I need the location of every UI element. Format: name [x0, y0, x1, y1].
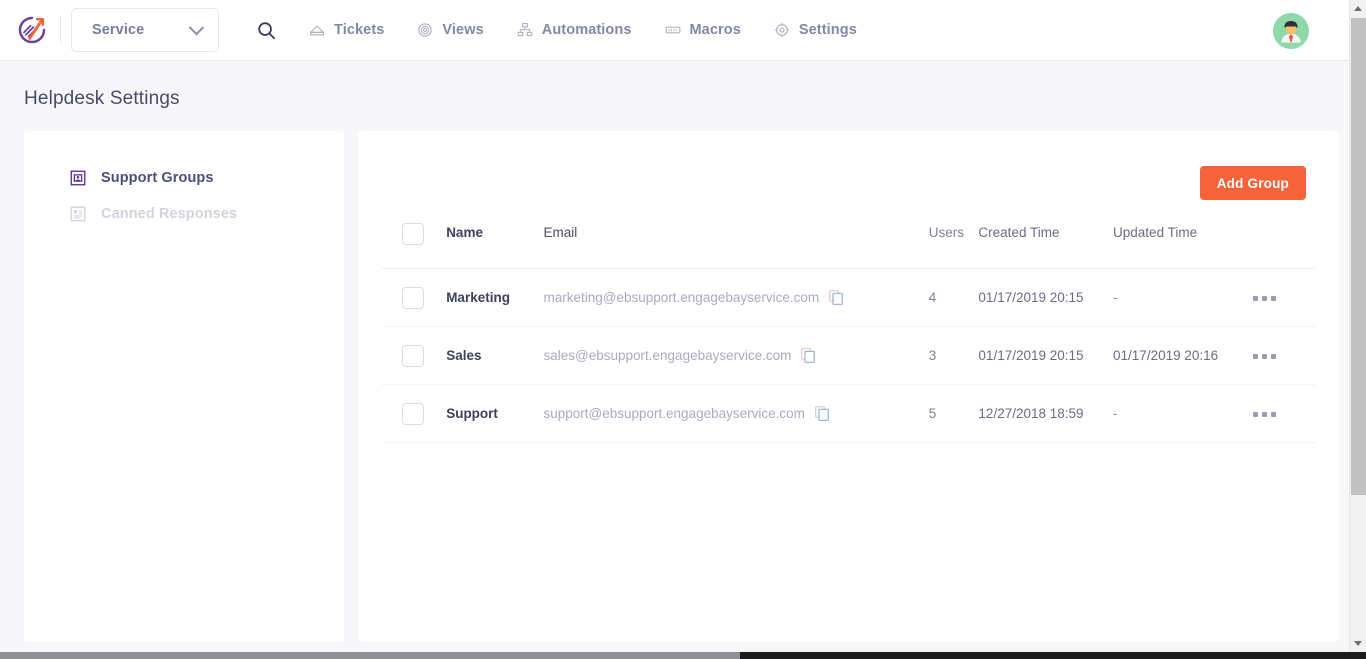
- row-checkbox[interactable]: [402, 287, 424, 309]
- nav-divider: [60, 17, 61, 43]
- table-row[interactable]: Marketing marketing@ebsupport.engagebays…: [382, 269, 1315, 327]
- table-body: Marketing marketing@ebsupport.engagebays…: [382, 269, 1315, 443]
- cell-actions: [1253, 269, 1315, 327]
- cell-created-time: 01/17/2019 20:15: [978, 269, 1113, 327]
- table-header-select: [382, 223, 446, 269]
- table-header-name[interactable]: Name: [446, 223, 543, 269]
- canned-responses-icon: [69, 205, 87, 223]
- page-scroll-area: Service Tickets: [0, 0, 1349, 652]
- cell-actions: [1253, 385, 1315, 443]
- table-row[interactable]: Support support@ebsupport.engagebayservi…: [382, 385, 1315, 443]
- content-area: Support Groups Canned Responses: [0, 110, 1349, 642]
- support-groups-table: Name Email Users Created Time Updated Ti…: [382, 223, 1315, 443]
- search-button[interactable]: [243, 8, 289, 52]
- nav-item-tickets[interactable]: Tickets: [309, 8, 384, 52]
- app-selector-label: Service: [92, 22, 144, 38]
- nav-item-views[interactable]: Views: [417, 8, 483, 52]
- nav-item-settings[interactable]: Settings: [774, 8, 857, 52]
- gear-icon: [774, 22, 790, 38]
- nav-item-label: Tickets: [334, 22, 384, 38]
- horizontal-scrollbar[interactable]: [0, 652, 1366, 659]
- page-title: Helpdesk Settings: [0, 61, 1349, 110]
- row-select-cell: [382, 327, 446, 385]
- sidebar-item-label: Canned Responses: [101, 206, 237, 222]
- cell-users: 5: [929, 385, 979, 443]
- email-link[interactable]: support@ebsupport.engagebayservice.com: [544, 406, 805, 421]
- automations-icon: [517, 22, 533, 38]
- sidebar-item-canned-responses[interactable]: Canned Responses: [24, 196, 344, 232]
- sidebar-item-label: Support Groups: [101, 170, 214, 186]
- cell-created-time: 01/17/2019 20:15: [978, 327, 1113, 385]
- cell-users: 4: [929, 269, 979, 327]
- chevron-down-icon: [189, 19, 205, 35]
- cell-updated-time: -: [1113, 269, 1253, 327]
- table-header-email[interactable]: Email: [544, 223, 929, 269]
- browser-viewport: Service Tickets: [0, 0, 1366, 659]
- app-selector-service[interactable]: Service: [71, 8, 219, 52]
- sidebar-item-support-groups[interactable]: Support Groups: [24, 160, 344, 196]
- table-header-created-time[interactable]: Created Time: [978, 223, 1113, 269]
- tickets-icon: [309, 22, 325, 38]
- views-icon: [417, 22, 433, 38]
- avatar[interactable]: [1273, 13, 1309, 49]
- email-link[interactable]: sales@ebsupport.engagebayservice.com: [544, 348, 792, 363]
- row-select-cell: [382, 269, 446, 327]
- row-more-options-icon[interactable]: [1253, 348, 1276, 365]
- add-group-button[interactable]: Add Group: [1200, 166, 1306, 200]
- table-row[interactable]: Sales sales@ebsupport.engagebayservice.c…: [382, 327, 1315, 385]
- select-all-checkbox[interactable]: [402, 223, 424, 245]
- support-groups-panel: Add Group Name Email Users Created Time …: [358, 131, 1339, 642]
- engagebay-logo[interactable]: [10, 8, 54, 52]
- cell-name: Support: [446, 385, 543, 443]
- cell-email: support@ebsupport.engagebayservice.com: [544, 385, 929, 443]
- settings-sidebar: Support Groups Canned Responses: [24, 131, 344, 642]
- cell-created-time: 12/27/2018 18:59: [978, 385, 1113, 443]
- row-select-cell: [382, 385, 446, 443]
- cell-actions: [1253, 327, 1315, 385]
- cell-name: Sales: [446, 327, 543, 385]
- copy-icon: [801, 348, 815, 363]
- table-header-updated-time[interactable]: Updated Time: [1113, 223, 1253, 269]
- cell-users: 3: [929, 327, 979, 385]
- cell-email: marketing@ebsupport.engagebayservice.com: [544, 269, 929, 327]
- table-header-users[interactable]: Users: [929, 223, 979, 269]
- row-more-options-icon[interactable]: [1253, 290, 1276, 307]
- nav-item-label: Automations: [542, 22, 632, 38]
- vertical-scrollbar-thumb[interactable]: [1351, 18, 1366, 495]
- macros-icon: [665, 22, 681, 38]
- nav-item-macros[interactable]: Macros: [665, 8, 741, 52]
- nav-item-label: Views: [442, 22, 483, 38]
- table-header-actions: [1253, 223, 1315, 269]
- scroll-up-arrow-icon[interactable]: [1350, 0, 1366, 17]
- cell-updated-time: 01/17/2019 20:16: [1113, 327, 1253, 385]
- search-icon: [257, 21, 276, 40]
- nav-item-automations[interactable]: Automations: [517, 8, 632, 52]
- top-navigation-bar: Service Tickets: [0, 0, 1349, 61]
- cell-email: sales@ebsupport.engagebayservice.com: [544, 327, 929, 385]
- table-header: Name Email Users Created Time Updated Ti…: [382, 223, 1315, 269]
- cell-updated-time: -: [1113, 385, 1253, 443]
- row-checkbox[interactable]: [402, 403, 424, 425]
- row-more-options-icon[interactable]: [1253, 406, 1276, 423]
- nav-item-label: Settings: [799, 22, 857, 38]
- row-checkbox[interactable]: [402, 345, 424, 367]
- support-groups-icon: [69, 169, 87, 187]
- copy-icon: [815, 406, 829, 421]
- vertical-scrollbar[interactable]: [1349, 0, 1366, 652]
- nav-item-label: Macros: [690, 22, 741, 38]
- nav-items: Tickets Views: [309, 8, 857, 52]
- horizontal-scrollbar-thumb[interactable]: [0, 652, 740, 659]
- copy-icon: [829, 290, 843, 305]
- scroll-down-arrow-icon[interactable]: [1350, 635, 1366, 652]
- cell-name: Marketing: [446, 269, 543, 327]
- email-link[interactable]: marketing@ebsupport.engagebayservice.com: [544, 290, 820, 305]
